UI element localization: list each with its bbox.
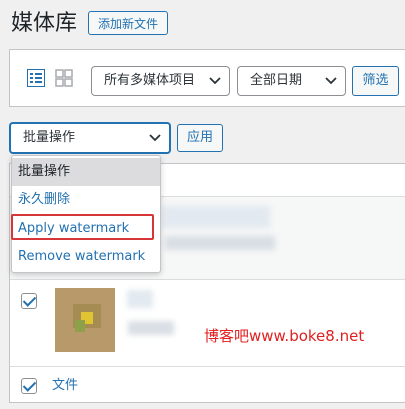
- select-all-checkbox[interactable]: [21, 378, 37, 394]
- list-view-icon[interactable]: [26, 68, 46, 88]
- media-type-select-value: 所有多媒体项目: [104, 73, 196, 88]
- blurred-meta: [128, 321, 174, 335]
- row-divider: [10, 279, 405, 280]
- dropdown-option-delete-permanently[interactable]: 永久删除: [12, 186, 160, 214]
- bulk-action-select[interactable]: 批量操作: [10, 123, 170, 153]
- blurred-meta: [165, 236, 275, 250]
- blurred-title: [127, 290, 153, 308]
- apply-button[interactable]: 应用: [177, 124, 223, 152]
- filter-button[interactable]: 筛选: [352, 66, 399, 96]
- dropdown-option-remove-watermark[interactable]: Remove watermark: [12, 243, 160, 271]
- bulk-action-select-value: 批量操作: [23, 130, 76, 145]
- watermark-text: 博客吧www.boke8.net: [204, 327, 365, 345]
- dropdown-option-bulk-action[interactable]: 批量操作: [12, 158, 160, 186]
- column-file-label[interactable]: 文件: [52, 377, 78, 395]
- media-thumbnail[interactable]: [55, 288, 115, 352]
- date-select[interactable]: 全部日期: [237, 66, 346, 96]
- highlight-annotation-box: [11, 214, 154, 240]
- blurred-title: [162, 206, 270, 228]
- chevron-down-icon: [209, 77, 221, 85]
- date-select-value: 全部日期: [250, 73, 303, 88]
- page-title: 媒体库: [11, 11, 78, 36]
- row-checkbox[interactable]: [21, 293, 37, 309]
- row-divider: [10, 366, 405, 367]
- grid-view-icon[interactable]: [55, 69, 73, 87]
- chevron-down-icon: [149, 134, 161, 142]
- chevron-down-icon: [325, 77, 337, 85]
- media-type-select[interactable]: 所有多媒体项目: [91, 66, 230, 96]
- add-new-file-button[interactable]: 添加新文件: [88, 11, 168, 35]
